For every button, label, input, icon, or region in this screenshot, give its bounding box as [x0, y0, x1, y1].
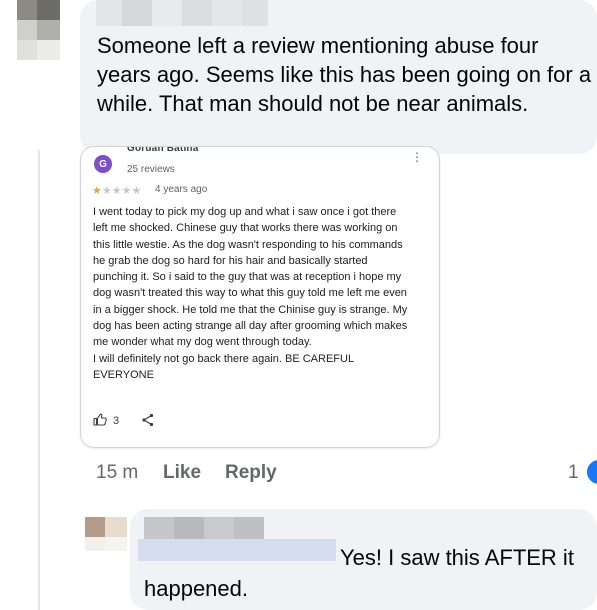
reviewer-review-count: 25 reviews [127, 164, 175, 175]
more-options-icon: ⋮ [411, 150, 423, 164]
like-reaction-icon[interactable] [585, 458, 597, 486]
comment-2-text: Yes! I saw this AFTER it happened. [144, 542, 597, 604]
star-empty-icon: ★ [111, 185, 122, 197]
reviewer-avatar: G [94, 155, 112, 173]
star-empty-icon: ★ [101, 185, 112, 197]
reviewer-name: Gordan Batina [127, 146, 199, 154]
star-rating: ★★★★★ [92, 184, 141, 197]
star-empty-icon: ★ [131, 185, 142, 197]
review-date: 4 years ago [155, 184, 208, 195]
thread-connector-line [38, 150, 40, 610]
comment-bubble-1: Someone left a review mentioning abuse f… [80, 0, 597, 154]
review-body: I went today to pick my dog up and what … [93, 204, 413, 383]
comment-timestamp[interactable]: 15 m [96, 462, 138, 484]
review-paragraph: I will definitely not go back there agai… [93, 352, 354, 381]
review-screenshot-image[interactable]: G Gordan Batina 25 reviews ⋮ ★★★★★ 4 yea… [80, 146, 440, 448]
star-empty-icon: ★ [121, 185, 132, 197]
comment-bubble-2: Yes! I saw this AFTER it happened. [130, 509, 597, 610]
reaction-count[interactable]: 1 [568, 462, 579, 484]
helpful-control: 3 [93, 413, 119, 429]
star-filled-icon: ★ [92, 185, 102, 197]
thumbs-up-icon [93, 413, 107, 429]
comment-2-text-content: Yes! I saw this AFTER it happened. [144, 545, 574, 601]
reply-button[interactable]: Reply [225, 462, 277, 484]
like-button[interactable]: Like [163, 462, 201, 484]
comment-1-text: Someone left a review mentioning abuse f… [97, 33, 592, 116]
review-paragraph: I went today to pick my dog up and what … [93, 206, 408, 349]
helpful-count: 3 [113, 415, 120, 427]
share-icon [141, 413, 155, 432]
